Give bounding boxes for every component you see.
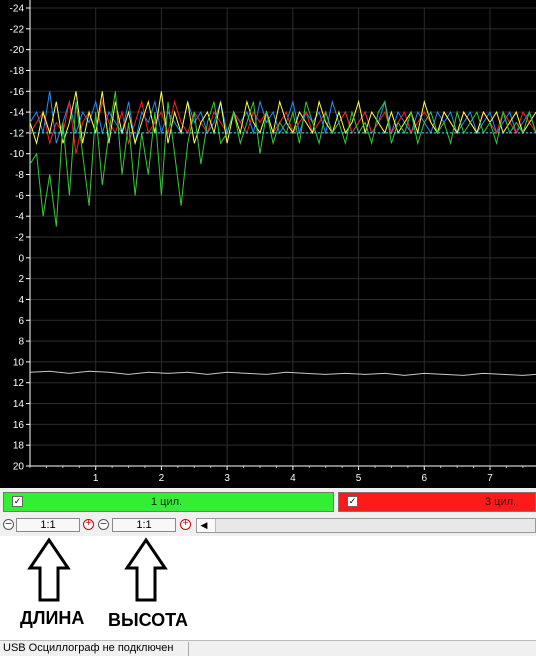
x-tick-label: 2 bbox=[159, 473, 165, 484]
y-tick-label: 14 bbox=[13, 399, 25, 410]
y-tick-label: 2 bbox=[18, 274, 24, 285]
length-label: ДЛИНА bbox=[20, 608, 85, 628]
height-zoom-out-button[interactable]: – bbox=[98, 519, 109, 530]
length-zoom-out-button[interactable]: – bbox=[3, 519, 14, 530]
y-tick-label: -20 bbox=[10, 45, 25, 56]
x-tick-label: 3 bbox=[224, 473, 230, 484]
oscilloscope-chart: -24 -22 -20 -18 -16 -14 -12 -10 -8 -6 -4 -2 0 2 4 6 8 10 1… bbox=[0, 0, 536, 488]
up-arrow-icon bbox=[124, 537, 168, 602]
y-tick-label: 10 bbox=[13, 357, 25, 368]
y-tick-label: -6 bbox=[15, 191, 24, 202]
y-tick-label: 4 bbox=[18, 295, 24, 306]
channel-bar: ✓ 1 цил. ✓ 3 цил. bbox=[0, 489, 536, 517]
x-tick-label: 7 bbox=[487, 473, 493, 484]
length-zoom-value: 1:1 bbox=[16, 518, 80, 532]
horizontal-scrollbar[interactable]: ◀ bbox=[196, 518, 536, 533]
y-tick-label: -12 bbox=[10, 128, 25, 139]
height-label: ВЫСОТА bbox=[108, 610, 189, 630]
y-tick-label: 16 bbox=[13, 420, 25, 431]
x-tick-label: 6 bbox=[422, 473, 428, 484]
channel-1-checkbox[interactable]: ✓ bbox=[12, 496, 23, 507]
y-tick-label: -8 bbox=[15, 170, 24, 181]
y-tick-label: 20 bbox=[13, 462, 25, 473]
y-tick-label: -2 bbox=[15, 233, 24, 244]
status-bar: USB Осциллограф не подключен bbox=[0, 640, 536, 656]
annotation-area: ДЛИНА ВЫСОТА bbox=[0, 536, 536, 640]
height-zoom-in-button[interactable]: + bbox=[180, 519, 191, 530]
x-tick-label: 5 bbox=[356, 473, 362, 484]
channel-3-toggle[interactable]: ✓ 3 цил. bbox=[338, 492, 536, 512]
series-line-6 bbox=[29, 370, 536, 376]
x-tick-label: 4 bbox=[290, 473, 296, 484]
oscilloscope-plot: -24-22-20-18-16-14-12-10-8-6-4-202468101… bbox=[10, 0, 536, 484]
y-tick-label: 6 bbox=[18, 316, 24, 327]
channel-3-label: 3 цил. bbox=[485, 496, 517, 508]
channel-3-checkbox[interactable]: ✓ bbox=[347, 496, 358, 507]
y-tick-label: 8 bbox=[18, 337, 24, 348]
channel-1-toggle[interactable]: ✓ 1 цил. bbox=[3, 492, 334, 512]
y-tick-label: -10 bbox=[10, 149, 25, 160]
status-text: USB Осциллограф не подключен bbox=[3, 642, 174, 654]
x-tick-label: 1 bbox=[93, 473, 99, 484]
scroll-left-icon[interactable]: ◀ bbox=[198, 520, 210, 531]
channel-1-label: 1 цил. bbox=[151, 496, 183, 508]
y-tick-label: 0 bbox=[18, 253, 24, 264]
y-tick-label: -22 bbox=[10, 24, 25, 35]
scroll-track[interactable] bbox=[215, 519, 535, 532]
y-tick-label: 12 bbox=[13, 378, 25, 389]
zoom-bar: – 1:1 + – 1:1 + ◀ bbox=[0, 517, 536, 535]
y-tick-label: -4 bbox=[15, 212, 24, 223]
y-tick-label: -14 bbox=[10, 108, 25, 119]
y-tick-label: -16 bbox=[10, 87, 25, 98]
length-zoom-in-button[interactable]: + bbox=[83, 519, 94, 530]
status-separator bbox=[188, 642, 189, 656]
y-tick-label: -24 bbox=[10, 4, 25, 15]
up-arrow-icon bbox=[27, 537, 71, 602]
y-tick-label: -18 bbox=[10, 66, 25, 77]
y-tick-label: 18 bbox=[13, 441, 25, 452]
height-zoom-value: 1:1 bbox=[112, 518, 176, 532]
